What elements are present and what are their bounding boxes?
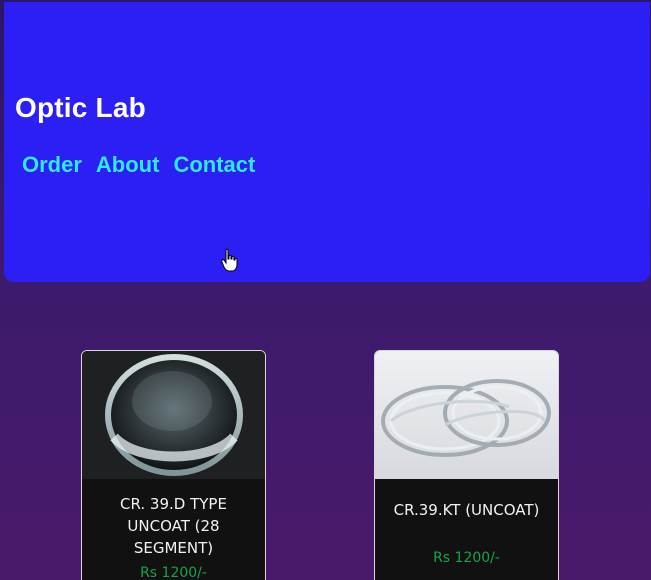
- product-title: CR. 39.D TYPE UNCOAT (28 SEGMENT): [120, 495, 227, 557]
- product-price: Rs 1200/-: [433, 550, 500, 566]
- brand-title: Optic Lab: [15, 92, 146, 123]
- nav-about-link[interactable]: About: [96, 152, 160, 178]
- lens-disc-image: [82, 351, 265, 479]
- product-card[interactable]: CR.39.KT (UNCOAT) Rs 1200/-: [374, 350, 559, 580]
- lens-pair-image: [375, 351, 558, 479]
- page: Optic Lab Order About Contact CR. 39.D T…: [0, 0, 651, 580]
- main-nav: Order About Contact: [22, 152, 255, 178]
- product-image: [82, 351, 265, 479]
- nav-contact-link[interactable]: Contact: [173, 152, 255, 178]
- product-price: Rs 1200/-: [140, 565, 207, 580]
- site-header: Optic Lab Order About Contact: [4, 2, 650, 282]
- product-image: [375, 351, 558, 479]
- hand-pointer-icon: [221, 248, 238, 272]
- nav-order-link[interactable]: Order: [22, 152, 82, 178]
- product-title: CR.39.KT (UNCOAT): [393, 501, 540, 519]
- product-card[interactable]: CR. 39.D TYPE UNCOAT (28 SEGMENT) Rs 120…: [81, 350, 266, 580]
